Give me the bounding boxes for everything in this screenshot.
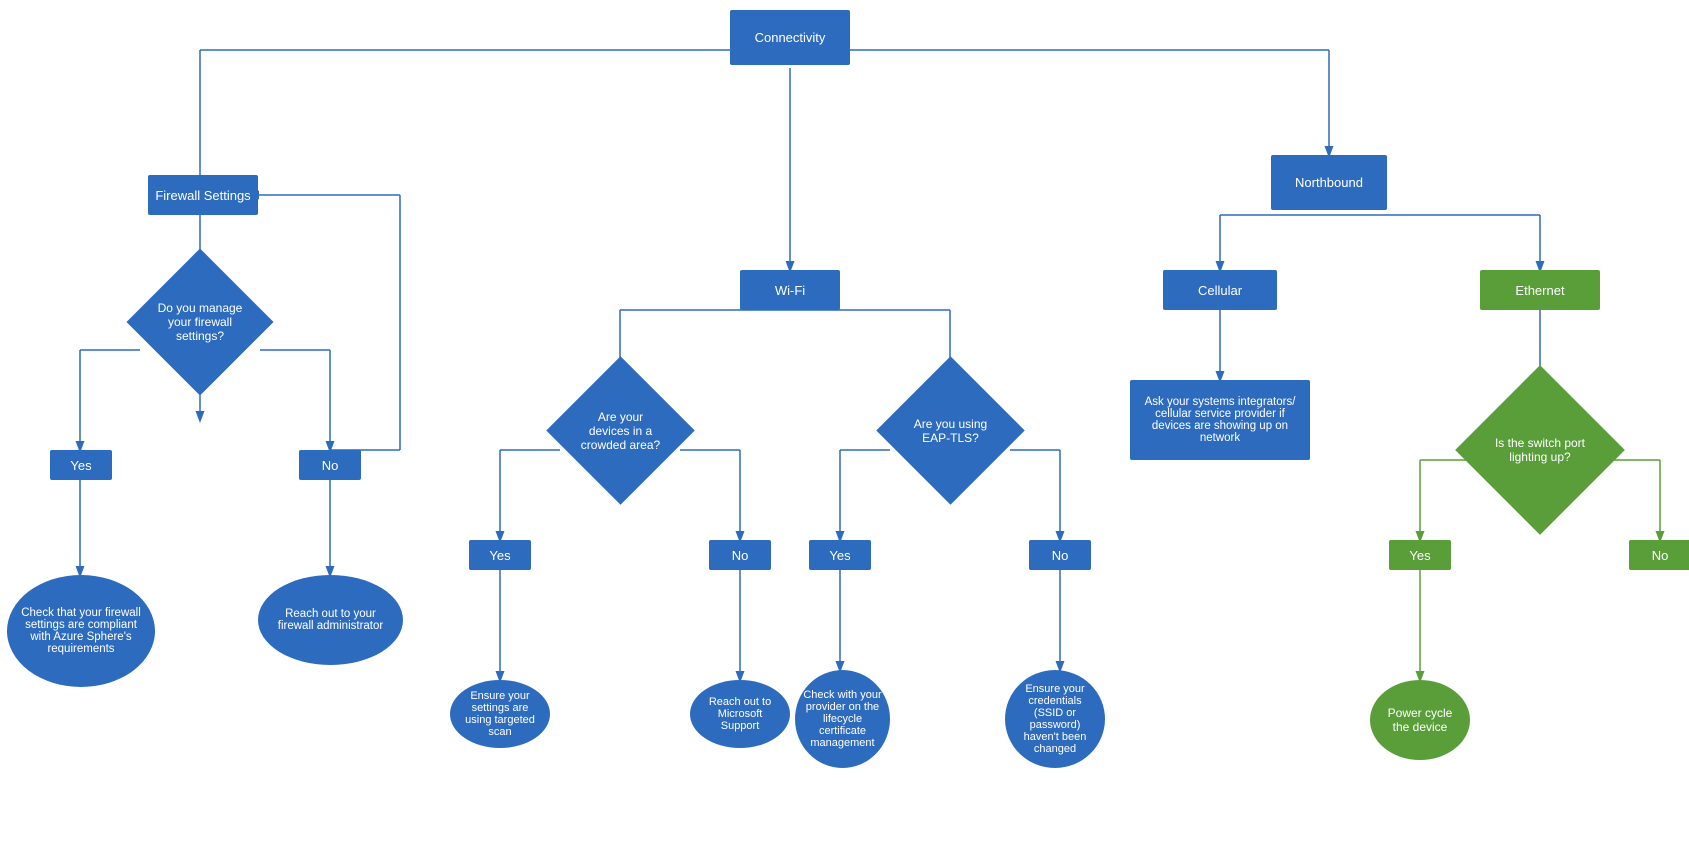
- no-firewall-node: No: [299, 450, 361, 480]
- eap-tls-label: Are you using EAP-TLS?: [898, 378, 1003, 483]
- reach-out-admin-label: Reach out to your firewall administrator: [258, 598, 403, 642]
- check-firewall-label: Check that your firewall settings are co…: [7, 595, 155, 667]
- no-crowd-label: No: [732, 548, 749, 563]
- ask-systems-label: Ask your systems integrators/ cellular s…: [1130, 388, 1310, 452]
- no-crowd-node: No: [709, 540, 771, 570]
- diagram-container: Connectivity Firewall Settings Do you ma…: [0, 0, 1689, 851]
- northbound-node: Northbound: [1271, 155, 1387, 210]
- check-firewall-oval: Check that your firewall settings are co…: [7, 575, 155, 687]
- crowded-area-label: Are your devices in a crowded area?: [568, 378, 673, 483]
- ensure-credentials-label: Ensure your credentials (SSID or passwor…: [1005, 675, 1105, 763]
- ask-systems-node: Ask your systems integrators/ cellular s…: [1130, 380, 1310, 460]
- power-cycle-label: Power cycle the device: [1370, 698, 1470, 742]
- cellular-node: Cellular: [1163, 270, 1277, 310]
- manage-firewall-label: Do you manage your firewall settings?: [148, 270, 252, 374]
- wifi-label: Wi-Fi: [775, 283, 805, 298]
- ensure-scan-label: Ensure your settings are using targeted …: [450, 682, 550, 746]
- connectivity-node: Connectivity: [730, 10, 850, 65]
- eap-tls-diamond: Are you using EAP-TLS?: [876, 356, 1024, 504]
- yes-switch-node: Yes: [1389, 540, 1451, 570]
- yes-firewall-node: Yes: [50, 450, 112, 480]
- yes-switch-label: Yes: [1409, 548, 1430, 563]
- yes-eap-label: Yes: [829, 548, 850, 563]
- yes-fw-label: Yes: [70, 458, 91, 473]
- ensure-credentials-oval: Ensure your credentials (SSID or passwor…: [1005, 670, 1105, 768]
- yes-crowd-label: Yes: [489, 548, 510, 563]
- wifi-node: Wi-Fi: [740, 270, 840, 310]
- no-eap-label: No: [1052, 548, 1069, 563]
- check-lifecycle-oval: Check with your provider on the lifecycl…: [795, 670, 890, 768]
- crowded-area-diamond: Are your devices in a crowded area?: [546, 356, 694, 504]
- check-lifecycle-label: Check with your provider on the lifecycl…: [795, 681, 890, 757]
- switch-port-label: Is the switch port lighting up?: [1480, 390, 1600, 510]
- ethernet-node: Ethernet: [1480, 270, 1600, 310]
- no-fw-label: No: [322, 458, 339, 473]
- yes-crowd-node: Yes: [469, 540, 531, 570]
- connectivity-label: Connectivity: [755, 30, 826, 45]
- yes-eap-node: Yes: [809, 540, 871, 570]
- no-eap-node: No: [1029, 540, 1091, 570]
- switch-port-diamond: Is the switch port lighting up?: [1455, 365, 1625, 535]
- power-cycle-oval: Power cycle the device: [1370, 680, 1470, 760]
- ethernet-label: Ethernet: [1515, 283, 1564, 298]
- cellular-label: Cellular: [1198, 283, 1242, 298]
- manage-firewall-diamond: Do you manage your firewall settings?: [126, 248, 273, 395]
- ensure-scan-oval: Ensure your settings are using targeted …: [450, 680, 550, 748]
- reach-ms-oval: Reach out to Microsoft Support: [690, 680, 790, 748]
- firewall-settings-node: Firewall Settings: [148, 175, 258, 215]
- reach-ms-label: Reach out to Microsoft Support: [690, 688, 790, 740]
- reach-out-admin-oval: Reach out to your firewall administrator: [258, 575, 403, 665]
- northbound-label: Northbound: [1295, 175, 1363, 190]
- no-switch-node: No: [1629, 540, 1689, 570]
- firewall-settings-label: Firewall Settings: [155, 188, 250, 203]
- no-switch-label: No: [1652, 548, 1669, 563]
